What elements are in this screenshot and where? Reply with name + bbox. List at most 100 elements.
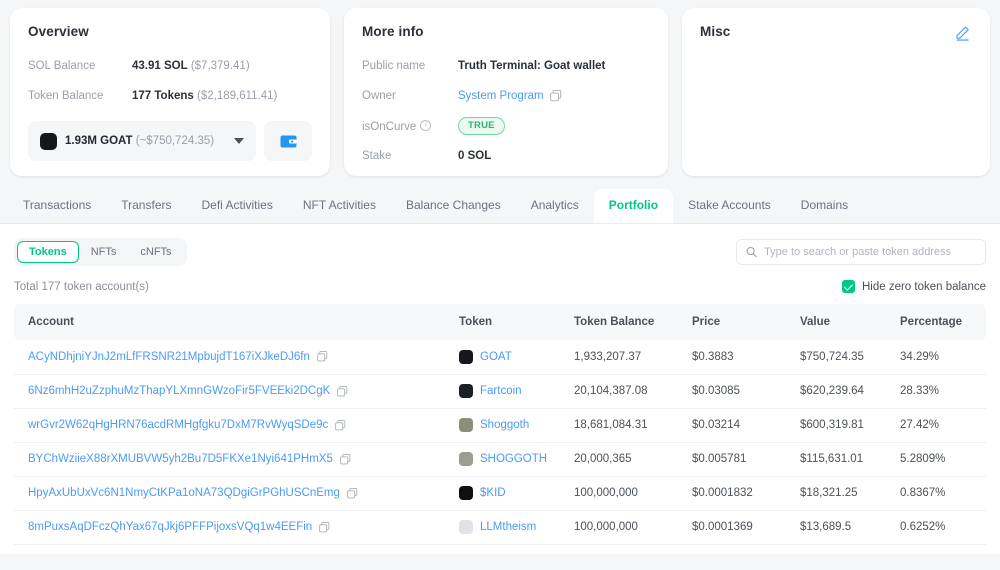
account-cell: BYChWziieX88rXMUBVW5yh2Bu7D5FKXe1Nyi641P…	[14, 442, 459, 476]
owner-label: Owner	[362, 90, 458, 102]
token-balance-cell: 100,000,000	[574, 476, 692, 510]
account-wrap: HpyAxUbUxVc6N1NmyCtKPa1oNA73QDgiGrPGhUSC…	[28, 487, 459, 499]
token-goat-icon	[459, 350, 473, 364]
token-kid-icon	[459, 486, 473, 500]
subtab-tokens[interactable]: Tokens	[17, 241, 79, 263]
price-cell: $0.03214	[692, 408, 800, 442]
hide-zero-checkbox[interactable]	[842, 280, 855, 293]
account-cell: ACyNDhjniYJnJ2mLfFRSNR21MpbujdT167iXJkeD…	[14, 340, 459, 374]
portfolio-toolbar: TokensNFTscNFTs	[14, 238, 986, 266]
is-on-curve-label-text: isOnCurve	[362, 121, 416, 133]
copy-icon[interactable]	[550, 90, 562, 102]
table-row: HpyAxUbUxVc6N1NmyCtKPa1oNA73QDgiGrPGhUSC…	[14, 476, 986, 510]
token-shoggoth-alt-icon	[459, 452, 473, 466]
is-on-curve-value: TRUE	[458, 117, 505, 135]
copy-icon[interactable]	[347, 488, 358, 499]
column-header-account: Account	[14, 304, 459, 340]
token-name-link[interactable]: Fartcoin	[480, 385, 522, 397]
account-wrap: 8mPuxsAqDFczQhYax67qJkj6PFFPijoxsVQq1w4E…	[28, 521, 459, 533]
overview-card: Overview SOL Balance 43.91 SOL ($7,379.4…	[10, 8, 330, 176]
token-wrap: SHOGGOTH	[459, 452, 574, 466]
percentage-cell: 28.33%	[900, 374, 986, 408]
value-cell: $13,689.5	[800, 510, 900, 544]
tab-transfers[interactable]: Transfers	[106, 189, 186, 224]
info-icon[interactable]	[420, 120, 431, 131]
tab-portfolio[interactable]: Portfolio	[594, 189, 673, 224]
hide-zero-label: Hide zero token balance	[862, 281, 986, 293]
token-selector-usd: (~$750,724.35)	[136, 135, 214, 147]
public-name-row: Public name Truth Terminal: Goat wallet	[362, 53, 650, 79]
percentage-cell: 0.8367%	[900, 476, 986, 510]
token-name-link[interactable]: $KID	[480, 487, 506, 499]
value-cell: $620,239.64	[800, 374, 900, 408]
copy-icon[interactable]	[337, 386, 348, 397]
account-address-link[interactable]: 6Nz6mhH2uZzphuMzThapYLXmnGWzoFir5FVEEki2…	[28, 385, 330, 397]
tab-balance-changes[interactable]: Balance Changes	[391, 189, 516, 224]
wallet-button[interactable]	[264, 121, 312, 161]
subtab-nfts[interactable]: NFTs	[79, 241, 129, 263]
tab-nft-activities[interactable]: NFT Activities	[288, 189, 391, 224]
token-wrap: Shoggoth	[459, 418, 574, 432]
main-tabs: TransactionsTransfersDefi ActivitiesNFT …	[0, 186, 1000, 224]
account-address-link[interactable]: ACyNDhjniYJnJ2mLfFRSNR21MpbujdT167iXJkeD…	[28, 351, 310, 363]
tab-analytics[interactable]: Analytics	[516, 189, 594, 224]
token-goat-icon	[40, 133, 57, 150]
tab-stake-accounts[interactable]: Stake Accounts	[673, 189, 786, 224]
tab-transactions[interactable]: Transactions	[8, 189, 106, 224]
column-header-token-balance: Token Balance	[574, 304, 692, 340]
copy-icon[interactable]	[340, 454, 351, 465]
token-llmtheism-icon	[459, 520, 473, 534]
owner-link[interactable]: System Program	[458, 90, 544, 102]
token-name-link[interactable]: Shoggoth	[480, 419, 529, 431]
copy-icon[interactable]	[335, 420, 346, 431]
wallet-icon	[280, 134, 297, 149]
value-cell: $600,319.81	[800, 408, 900, 442]
sol-balance-usd: ($7,379.41)	[191, 60, 250, 72]
value-cell: $750,724.35	[800, 340, 900, 374]
price-cell: $0.03085	[692, 374, 800, 408]
token-name-link[interactable]: SHOGGOTH	[480, 453, 547, 465]
token-name-link[interactable]: LLMtheism	[480, 521, 536, 533]
stake-row: Stake 0 SOL	[362, 143, 650, 169]
token-selector-amount: 1.93M GOAT	[65, 135, 133, 147]
token-search-box[interactable]	[736, 239, 986, 265]
table-row: ACyNDhjniYJnJ2mLfFRSNR21MpbujdT167iXJkeD…	[14, 340, 986, 374]
token-shoggoth-icon	[459, 418, 473, 432]
token-name-link[interactable]: GOAT	[480, 351, 512, 363]
token-cell: Fartcoin	[459, 374, 574, 408]
subtab-cnfts[interactable]: cNFTs	[128, 241, 183, 263]
more-info-card: More info Public name Truth Terminal: Go…	[344, 8, 668, 176]
edit-pencil-icon[interactable]	[955, 26, 970, 41]
token-cell: $KID	[459, 476, 574, 510]
value-cell: $18,321.25	[800, 476, 900, 510]
summary-cards-row: Overview SOL Balance 43.91 SOL ($7,379.4…	[0, 0, 1000, 176]
table-row: wrGvr2W62qHgHRN76acdRMHgfgku7DxM7RvWyqSD…	[14, 408, 986, 442]
search-input[interactable]	[764, 246, 976, 258]
token-balance-value: 177 Tokens ($2,189,611.41)	[132, 90, 277, 102]
token-balance-cell: 20,000,365	[574, 442, 692, 476]
account-wrap: BYChWziieX88rXMUBVW5yh2Bu7D5FKXe1Nyi641P…	[28, 453, 459, 465]
price-cell: $0.005781	[692, 442, 800, 476]
portfolio-panel: TokensNFTscNFTs Total 177 token account(…	[0, 224, 1000, 554]
sol-balance-amount: 43.91 SOL	[132, 60, 188, 72]
hide-zero-toggle[interactable]: Hide zero token balance	[842, 280, 986, 293]
account-address-link[interactable]: BYChWziieX88rXMUBVW5yh2Bu7D5FKXe1Nyi641P…	[28, 453, 333, 465]
tokens-table-body: ACyNDhjniYJnJ2mLfFRSNR21MpbujdT167iXJkeD…	[14, 340, 986, 544]
account-wrap: ACyNDhjniYJnJ2mLfFRSNR21MpbujdT167iXJkeD…	[28, 351, 459, 363]
public-name-text: Truth Terminal: Goat wallet	[458, 60, 605, 72]
copy-icon[interactable]	[319, 522, 330, 533]
chevron-down-icon	[234, 138, 244, 144]
token-selector[interactable]: 1.93M GOAT (~$750,724.35)	[28, 121, 256, 161]
tab-defi-activities[interactable]: Defi Activities	[186, 189, 287, 224]
account-cell: 6Nz6mhH2uZzphuMzThapYLXmnGWzoFir5FVEEki2…	[14, 374, 459, 408]
copy-icon[interactable]	[317, 351, 328, 362]
stake-label: Stake	[362, 150, 458, 162]
price-cell: $0.0001369	[692, 510, 800, 544]
account-address-link[interactable]: HpyAxUbUxVc6N1NmyCtKPa1oNA73QDgiGrPGhUSC…	[28, 487, 340, 499]
account-address-link[interactable]: wrGvr2W62qHgHRN76acdRMHgfgku7DxM7RvWyqSD…	[28, 419, 328, 431]
account-address-link[interactable]: 8mPuxsAqDFczQhYax67qJkj6PFFPijoxsVQq1w4E…	[28, 521, 312, 533]
tokens-table-header: AccountTokenToken BalancePriceValuePerce…	[14, 304, 986, 340]
sol-balance-row: SOL Balance 43.91 SOL ($7,379.41)	[28, 53, 312, 79]
tab-domains[interactable]: Domains	[786, 189, 863, 224]
table-header-row: AccountTokenToken BalancePriceValuePerce…	[14, 304, 986, 340]
